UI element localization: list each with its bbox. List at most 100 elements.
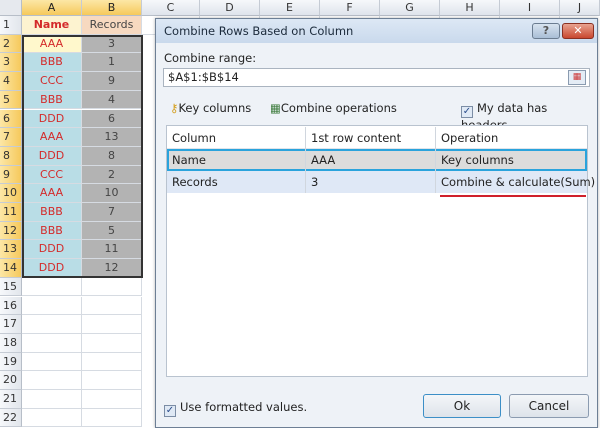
row-header[interactable]: 17 [0,315,22,334]
row-header[interactable]: 6 [0,109,22,129]
cell[interactable] [82,371,142,390]
row-header[interactable]: 4 [0,72,22,91]
table-row[interactable]: Name AAA Key columns [167,149,587,171]
cell-records[interactable]: 9 [82,72,142,91]
cell-records[interactable]: 11 [82,240,142,260]
row-content: 3 [306,171,436,193]
red-underline [440,195,586,197]
cell[interactable] [82,277,142,297]
close-button[interactable]: ✕ [562,23,594,39]
cell-records[interactable]: 6 [82,109,142,129]
row-header[interactable]: 3 [0,53,22,73]
cell[interactable] [22,333,82,353]
cell[interactable] [82,333,142,353]
cell-name[interactable]: CCC [22,72,82,91]
combine-range-input[interactable]: $A$1:$B$14 [163,68,590,87]
column-header-h[interactable]: H [440,0,500,16]
cell-records[interactable]: 3 [82,34,142,54]
column-header-a[interactable]: A [22,0,82,16]
column-header-g[interactable]: G [380,0,440,16]
cell-records[interactable]: 8 [82,146,142,166]
cell-name[interactable]: AAA [22,184,82,203]
row-header[interactable]: 11 [0,203,22,222]
key-columns-button[interactable]: ⚷Key columns [170,101,251,115]
cell-name[interactable]: DDD [22,146,82,166]
row-header[interactable]: 14 [0,259,22,278]
row-header[interactable]: 15 [0,277,22,297]
cell[interactable] [82,390,142,409]
dialog-title: Combine Rows Based on Column [164,24,354,38]
cell-name[interactable]: BBB [22,203,82,222]
cell-records[interactable]: 13 [82,128,142,147]
column-header-b[interactable]: B [82,0,142,16]
combine-operations-button[interactable]: ▦Combine operations [270,101,397,115]
row-header[interactable]: 12 [0,221,22,241]
cell-name[interactable]: DDD [22,109,82,129]
cell[interactable] [82,352,142,372]
column-header-e[interactable]: E [260,0,320,16]
range-select-icon[interactable]: ▦ [568,70,586,85]
cell-name[interactable]: DDD [22,240,82,260]
row-header[interactable]: 22 [0,408,22,428]
cell-records[interactable]: 5 [82,221,142,241]
cell[interactable] [82,408,142,428]
select-all-corner[interactable] [0,0,22,16]
cell[interactable] [82,296,142,316]
row-header[interactable]: 1 [0,16,22,35]
column-header-j[interactable]: J [560,0,600,16]
cell[interactable] [22,408,82,428]
row-header[interactable]: 5 [0,90,22,110]
combine-range-label: Combine range: [164,51,257,65]
cell[interactable] [22,296,82,316]
cell-name[interactable]: AAA [22,34,82,54]
row-column: Records [167,171,306,193]
cell-records[interactable]: 7 [82,203,142,222]
row-header[interactable]: 19 [0,352,22,372]
cell-name[interactable]: BBB [22,53,82,73]
column-header: 1st row content [306,127,436,149]
table-icon: ▦ [270,101,281,115]
cell-name[interactable]: CCC [22,165,82,185]
row-header[interactable]: 20 [0,371,22,390]
column-header-f[interactable]: F [320,0,380,16]
ok-button[interactable]: Ok [423,394,501,418]
row-header[interactable]: 2 [0,34,22,54]
cell[interactable] [22,371,82,390]
cell[interactable] [22,277,82,297]
cell[interactable] [82,315,142,334]
row-operation: Key columns [441,153,514,167]
cancel-button[interactable]: Cancel [509,394,589,418]
row-header[interactable]: 7 [0,128,22,147]
column-header-c[interactable]: C [142,0,200,16]
cell-name[interactable]: AAA [22,128,82,147]
help-button[interactable]: ? [532,23,560,39]
row-header[interactable]: 13 [0,240,22,260]
cell-name[interactable]: BBB [22,90,82,110]
checkbox-checked-icon: ✓ [461,106,473,118]
dialog-title-bar[interactable]: Combine Rows Based on Column ? ✕ [156,19,597,43]
row-header[interactable]: 18 [0,333,22,353]
cell-records[interactable]: 4 [82,90,142,110]
cell[interactable] [22,352,82,372]
table-row[interactable]: Records 3 Combine & calculate(Sum) [167,171,595,193]
column-header-i[interactable]: I [500,0,560,16]
cell-a1[interactable]: Name [22,16,82,35]
cell-b1[interactable]: Records [82,16,142,35]
table-header-row: Column 1st row content Operation [167,127,587,149]
column-header-d[interactable]: D [200,0,260,16]
row-header[interactable]: 10 [0,184,22,203]
row-header[interactable]: 16 [0,296,22,316]
cell-records[interactable]: 12 [82,259,142,278]
cell-records[interactable]: 2 [82,165,142,185]
row-column: Name [167,149,306,171]
cell-name[interactable]: DDD [22,259,82,278]
cell[interactable] [22,315,82,334]
cell[interactable] [22,390,82,409]
row-header[interactable]: 21 [0,390,22,409]
row-header[interactable]: 8 [0,146,22,166]
formatted-values-checkbox[interactable]: ✓ Use formatted values. [164,400,307,417]
cell-name[interactable]: BBB [22,221,82,241]
row-header[interactable]: 9 [0,165,22,185]
cell-records[interactable]: 1 [82,53,142,73]
cell-records[interactable]: 10 [82,184,142,203]
